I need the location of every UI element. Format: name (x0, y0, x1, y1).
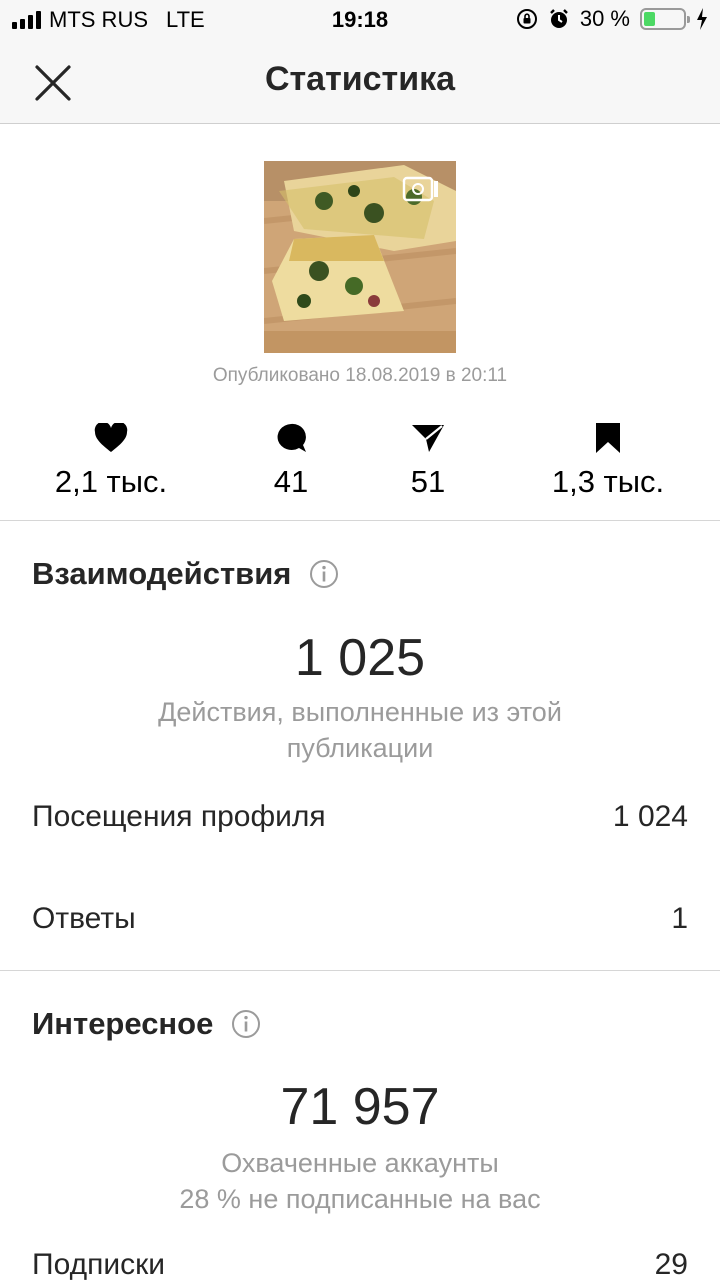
likes-count: 2,1 тыс. (54, 464, 168, 499)
charging-bolt-icon (697, 8, 707, 30)
row-label: Ответы (32, 902, 136, 935)
reach-caption-line2: 28 % не подписанные на вас (179, 1184, 541, 1214)
status-bar: MTS RUS LTE 19:18 30 % (0, 0, 720, 40)
alarm-icon (549, 9, 568, 28)
post-image (264, 161, 456, 353)
status-right: 30 % (516, 6, 708, 32)
stat-row-follows: Подписки 29 (32, 1248, 688, 1282)
post-thumbnail[interactable] (264, 161, 456, 353)
nav-bar: Статистика (0, 40, 720, 124)
bookmark-icon (596, 423, 620, 453)
direct-share-icon (412, 425, 444, 452)
row-label: Подписки (32, 1248, 165, 1281)
discovery-section-title: Интересное (32, 1006, 261, 1042)
row-value: 1 (671, 902, 688, 935)
info-icon[interactable] (309, 559, 339, 589)
reach-caption: Охваченные аккаунты 28 % не подписанные … (110, 1145, 610, 1217)
heart-icon (94, 423, 128, 452)
shares-count: 51 (410, 464, 446, 499)
stat-row-profile-visits: Посещения профиля 1 024 (32, 800, 688, 834)
row-value: 1 024 (612, 800, 688, 833)
stat-row-replies: Ответы 1 (32, 902, 688, 936)
battery-percent: 30 % (579, 6, 630, 31)
battery-icon (640, 8, 690, 30)
reach-total: 71 957 (280, 1078, 440, 1136)
metric-saves: 1,3 тыс. (518, 418, 698, 500)
row-value: 29 (654, 1248, 688, 1281)
comment-icon (277, 423, 306, 452)
info-icon[interactable] (231, 1009, 261, 1039)
divider (0, 520, 720, 521)
interactions-section-title: Взаимодействия (32, 556, 339, 592)
published-date: Опубликовано 18.08.2019 в 20:11 (212, 365, 508, 386)
page-title: Статистика (264, 60, 456, 98)
interactions-total: 1 025 (294, 629, 426, 687)
orientation-lock-icon (516, 9, 537, 29)
interactions-title: Взаимодействия (32, 556, 292, 591)
metric-likes: 2,1 тыс. (21, 418, 201, 500)
battery-fill (644, 12, 656, 26)
metric-shares: 51 (338, 418, 518, 500)
reach-caption-line1: Охваченные аккаунты (221, 1148, 499, 1178)
interactions-caption: Действия, выполненные из этой публикации (158, 697, 562, 763)
discovery-title: Интересное (32, 1006, 214, 1041)
row-label: Посещения профиля (32, 800, 326, 833)
saves-count: 1,3 тыс. (551, 464, 665, 499)
divider (0, 970, 720, 971)
